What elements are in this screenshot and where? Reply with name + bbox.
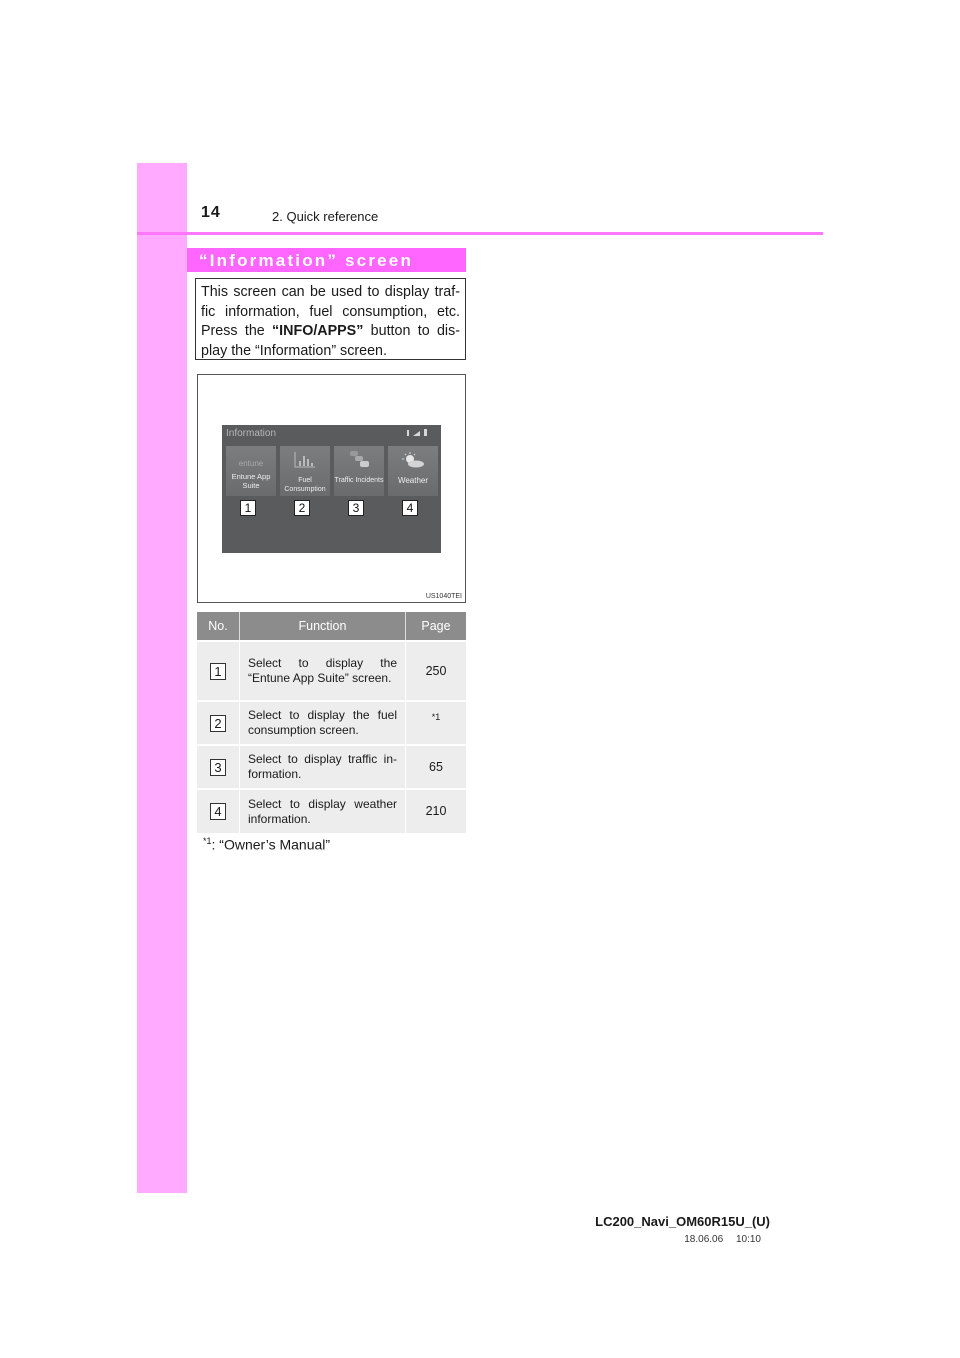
callout-3: 3	[348, 500, 364, 516]
intro-box: This screen can be used to display traf-…	[195, 278, 466, 360]
function-table: No. Function Page 1 Select to display th…	[197, 612, 466, 833]
document-time: 10:10	[735, 1234, 761, 1245]
table-row: 4 Select to display weather information.…	[197, 788, 466, 833]
callout-4: 4	[402, 500, 418, 516]
row-number-badge: 2	[210, 714, 226, 732]
page-number: 14	[201, 204, 221, 221]
header-no: No.	[197, 612, 240, 641]
chapter-title: 2. Quick reference	[272, 209, 379, 224]
information-screen: Information entune Entune App Suite Fuel…	[222, 425, 441, 553]
header-rule	[137, 232, 823, 235]
battery-icon	[424, 429, 427, 436]
row-function: Select to display traffic in-formation.	[239, 744, 406, 789]
tile-label: Weather	[397, 476, 429, 485]
footnote-marker: *1	[203, 836, 212, 846]
entune-logo-icon: entune	[238, 459, 264, 468]
row-function: Select to display weather information.	[239, 788, 406, 833]
row-page: 210	[405, 788, 466, 833]
figure-code: US1040TEI	[425, 593, 462, 600]
tile-label: Fuel Consumption	[284, 477, 326, 493]
side-tab	[137, 163, 187, 1193]
figure: Information entune Entune App Suite Fuel…	[197, 374, 466, 603]
row-function: Select to display the “Entune App Suite”…	[239, 640, 406, 701]
row-page-reference: *1	[431, 712, 441, 722]
info-apps-button-label: “INFO/APPS”	[272, 323, 364, 339]
table-row: 2 Select to display the fuel consumption…	[197, 700, 466, 745]
document-timestamp: 18.06.06 10:10	[684, 1234, 761, 1245]
row-number-badge: 3	[210, 758, 226, 776]
row-page: 250	[405, 640, 466, 701]
tile-weather[interactable]: Weather	[388, 446, 438, 496]
status-icons	[407, 429, 427, 436]
weather-sun-cloud-icon	[388, 452, 438, 468]
callout-2: 2	[294, 500, 310, 516]
footnote-text: : “Owner’s Manual”	[211, 836, 331, 853]
traffic-cars-icon	[334, 451, 384, 468]
tile-label: Entune App Suite	[231, 472, 271, 490]
tile-fuel-consumption[interactable]: Fuel Consumption	[280, 446, 330, 496]
document-date: 18.06.06	[684, 1234, 724, 1245]
table-row: 3 Select to display traffic in-formation…	[197, 744, 466, 789]
footnote: *1: “Owner’s Manual”	[203, 836, 330, 853]
row-function: Select to display the fuel consumption s…	[239, 700, 406, 745]
row-page: 65	[405, 744, 466, 789]
table-row: 1 Select to display the “Entune App Suit…	[197, 640, 466, 701]
screen-title: Information	[226, 428, 277, 439]
bar-chart-icon	[280, 452, 330, 468]
callout-1: 1	[240, 500, 256, 516]
tile-traffic-incidents[interactable]: Traffic Incidents	[334, 446, 384, 496]
table-header: No. Function Page	[197, 612, 466, 641]
row-number-badge: 1	[210, 662, 226, 680]
bluetooth-icon	[407, 430, 409, 436]
document-id: LC200_Navi_OM60R15U_(U)	[595, 1214, 770, 1229]
row-number-badge: 4	[210, 803, 226, 820]
signal-icon	[413, 431, 420, 436]
header-page: Page	[405, 612, 466, 641]
section-title: “Information” screen	[187, 248, 466, 272]
tile-entune-app-suite[interactable]: entune Entune App Suite	[226, 446, 276, 496]
header-function: Function	[239, 612, 406, 641]
tile-label: Traffic Incidents	[334, 477, 384, 484]
